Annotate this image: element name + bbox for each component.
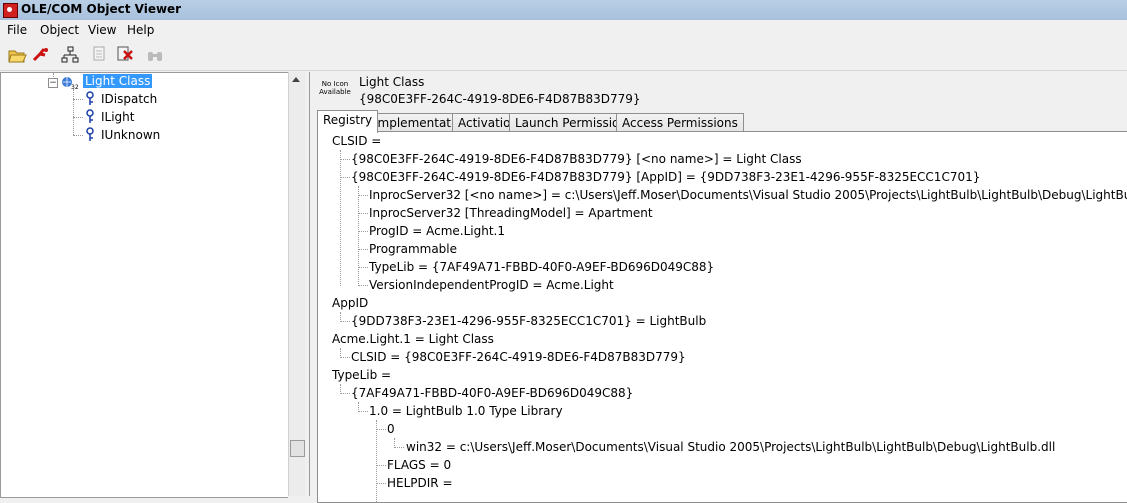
menu-file[interactable]: File	[7, 23, 27, 37]
tree-line	[73, 117, 83, 118]
tree-line	[358, 195, 368, 196]
registry-node[interactable]: win32 = c:\Users\Jeff.Moser\Documents\Vi…	[406, 440, 1055, 454]
tree-line	[340, 159, 350, 160]
collapse-toggle-icon[interactable]: −	[48, 78, 58, 88]
menu-help[interactable]: Help	[127, 23, 154, 37]
binoculars-icon[interactable]	[145, 45, 165, 65]
registry-node[interactable]: VersionIndependentProgID = Acme.Light	[369, 278, 614, 292]
tree-line	[340, 150, 341, 286]
tree-line	[358, 267, 368, 268]
registry-tree[interactable]: CLSID = {98C0E3FF-264C-4919-8DE6-F4D87B8…	[317, 131, 1127, 503]
tab-registry[interactable]: Registry	[317, 110, 379, 133]
interface-key-icon	[86, 91, 94, 105]
registry-node[interactable]: 0	[387, 422, 395, 436]
title-bar: OLE/COM Object Viewer	[0, 0, 1127, 21]
registry-node[interactable]: TypeLib =	[332, 368, 391, 382]
tree-line	[358, 285, 368, 286]
registry-node[interactable]: AppID	[332, 296, 368, 310]
registry-node[interactable]: Acme.Light.1 = Light Class	[332, 332, 494, 346]
toolbar	[0, 40, 1127, 71]
detail-pane: No Icon Available Light Class {98C0E3FF-…	[309, 72, 1127, 503]
interface-key-icon	[86, 109, 94, 123]
tree-line	[340, 177, 350, 178]
tree-line	[394, 447, 404, 448]
app-icon	[3, 3, 18, 18]
class-icon: 32	[61, 76, 79, 91]
registry-node[interactable]: FLAGS = 0	[387, 458, 451, 472]
menu-bar: File Object View Help	[0, 20, 1127, 40]
tree-scrollbar[interactable]	[288, 72, 305, 496]
scroll-up-icon[interactable]	[292, 77, 300, 82]
no-icon-placeholder: No Icon Available	[319, 80, 351, 96]
registry-node[interactable]: {7AF49A71-FBBD-40F0-A9EF-BD696D049C88}	[351, 386, 633, 400]
tree-line	[376, 429, 386, 430]
menu-view[interactable]: View	[88, 23, 116, 37]
tab-access-permissions[interactable]: Access Permissions	[616, 113, 744, 132]
release-icon[interactable]	[115, 45, 135, 65]
menu-object[interactable]: Object	[40, 23, 79, 37]
object-clsid: {98C0E3FF-264C-4919-8DE6-F4D87B83D779}	[359, 92, 641, 106]
object-name: Light Class	[359, 75, 425, 89]
tree-line	[73, 135, 83, 136]
object-tree[interactable]: − 32 Light Class IDispatch ILight IUnkno…	[0, 72, 288, 498]
registry-node[interactable]: Programmable	[369, 242, 457, 256]
scrollbar-thumb[interactable]	[290, 440, 305, 457]
registry-node[interactable]: CLSID = {98C0E3FF-264C-4919-8DE6-F4D87B8…	[351, 350, 686, 364]
tree-item-ilight[interactable]: ILight	[101, 110, 135, 124]
registry-node[interactable]: InprocServer32 [<no name>] = c:\Users\Je…	[369, 188, 1127, 202]
tree-line	[358, 249, 368, 250]
registry-node[interactable]: {98C0E3FF-264C-4919-8DE6-F4D87B83D779} […	[351, 170, 980, 184]
registry-node[interactable]: HELPDIR =	[387, 476, 453, 490]
tree-line	[73, 99, 83, 100]
tree-line	[376, 420, 377, 502]
registry-node[interactable]: 1.0 = LightBulb 1.0 Type Library	[369, 404, 563, 418]
open-icon[interactable]	[7, 45, 27, 65]
tree-line	[358, 186, 359, 286]
registry-node[interactable]: {9DD738F3-23E1-4296-955F-8325ECC1C701} =…	[351, 314, 706, 328]
tree-item-light-class[interactable]: Light Class	[83, 74, 153, 88]
registry-node[interactable]: {98C0E3FF-264C-4919-8DE6-F4D87B83D779} […	[351, 152, 802, 166]
tree-line	[358, 231, 368, 232]
hierarchy-icon[interactable]	[60, 45, 80, 65]
tree-line	[340, 357, 350, 358]
registry-node[interactable]: CLSID =	[332, 134, 381, 148]
tree-line	[73, 89, 74, 135]
tree-line	[376, 483, 386, 484]
registry-node[interactable]: InprocServer32 [ThreadingModel] = Apartm…	[369, 206, 653, 220]
tree-line	[358, 411, 368, 412]
connect-icon[interactable]	[31, 45, 51, 65]
registry-node[interactable]: TypeLib = {7AF49A71-FBBD-40F0-A9EF-BD696…	[369, 260, 714, 274]
tree-line	[340, 393, 350, 394]
tree-line	[358, 213, 368, 214]
tree-line	[340, 321, 350, 322]
registry-node[interactable]: ProgID = Acme.Light.1	[369, 224, 505, 238]
tree-item-iunknown[interactable]: IUnknown	[101, 128, 160, 142]
copy-icon[interactable]	[91, 45, 111, 65]
interface-key-icon	[86, 127, 94, 141]
window-title: OLE/COM Object Viewer	[21, 2, 182, 16]
tree-item-idispatch[interactable]: IDispatch	[101, 92, 157, 106]
tree-line	[376, 465, 386, 466]
